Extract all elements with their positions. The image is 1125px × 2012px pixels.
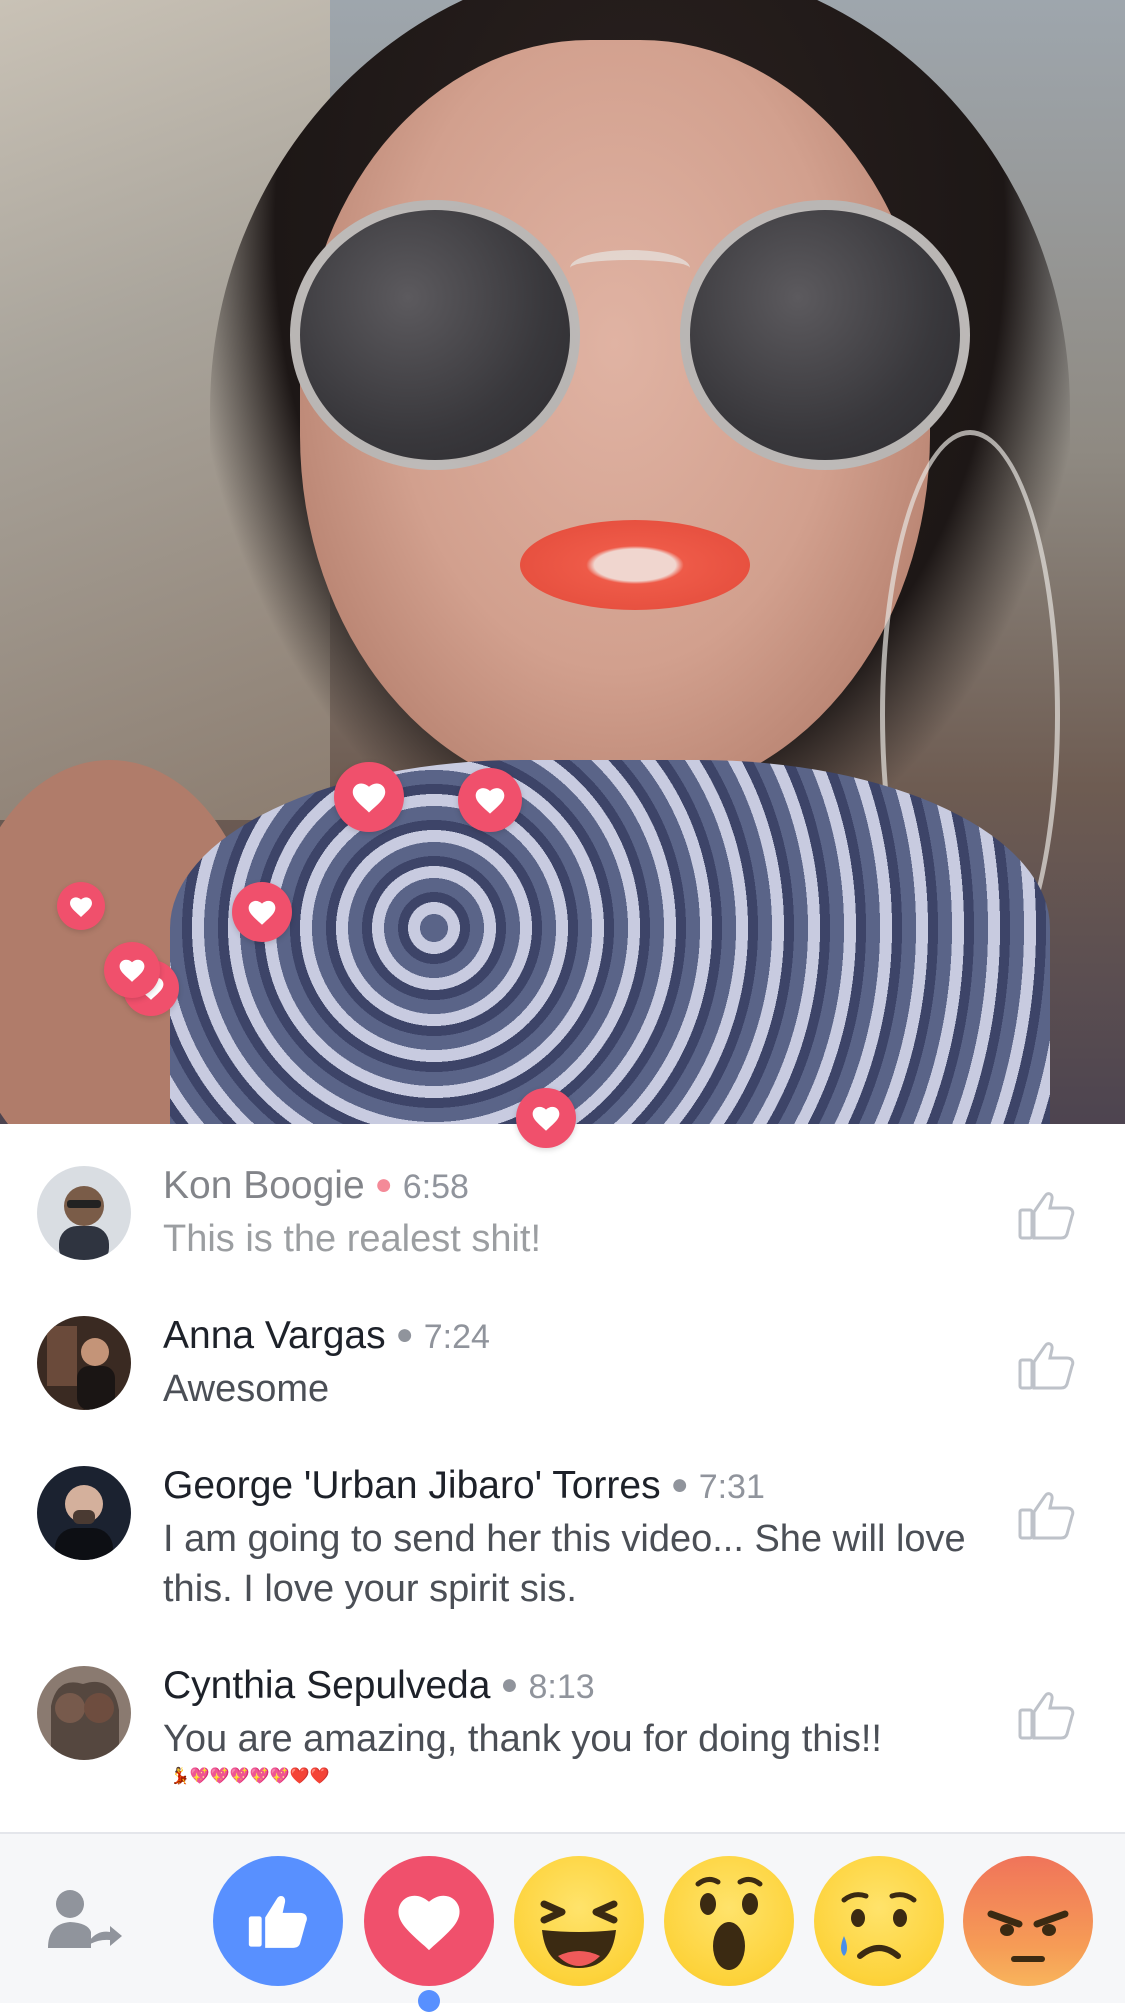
thumbs-up-icon bbox=[1018, 1192, 1075, 1240]
comment-header: Kon Boogie ● 6:58 bbox=[163, 1164, 469, 1214]
share-person-icon bbox=[48, 1890, 122, 1948]
reaction-bar bbox=[0, 1832, 1125, 2003]
separator-dot: ● bbox=[500, 1668, 519, 1701]
laughing-face-icon bbox=[540, 1900, 618, 1968]
comment-time: 8:13 bbox=[528, 1668, 595, 1706]
comment-text: I am going to send her this video... She… bbox=[163, 1518, 966, 1610]
avatar[interactable] bbox=[37, 1316, 131, 1410]
sunglasses-right-lens bbox=[680, 200, 970, 470]
comment-time: 6:58 bbox=[402, 1168, 469, 1206]
reaction-angry-button[interactable] bbox=[963, 1856, 1093, 1986]
separator-dot: ● bbox=[374, 1168, 393, 1201]
comment-text: Awesome bbox=[163, 1368, 330, 1410]
floating-heart-icon bbox=[104, 942, 160, 998]
comment-like-button[interactable] bbox=[1017, 1334, 1077, 1394]
sunglasses-left-lens bbox=[290, 200, 580, 470]
floating-heart-icon bbox=[57, 882, 105, 930]
thumbs-up-icon bbox=[248, 1896, 307, 1948]
comment-author[interactable]: Anna Vargas bbox=[163, 1314, 386, 1357]
reaction-love-button[interactable] bbox=[364, 1856, 494, 1986]
thumbs-up-icon bbox=[1018, 1342, 1075, 1390]
comments-list[interactable]: Kon Boogie ● 6:58 This is the realest shit… bbox=[0, 1124, 1125, 1832]
selected-reaction-indicator bbox=[418, 1990, 440, 2012]
comment-like-button[interactable] bbox=[1017, 1184, 1077, 1244]
comment-text: This is the realest shit! bbox=[163, 1218, 542, 1260]
avatar[interactable] bbox=[37, 1166, 131, 1260]
thumbs-up-icon bbox=[1018, 1692, 1075, 1740]
comment-author[interactable]: George 'Urban Jibaro' Torres bbox=[163, 1464, 661, 1507]
comment-author[interactable]: Cynthia Sepulveda bbox=[163, 1664, 490, 1707]
surprised-face-icon bbox=[695, 1876, 763, 1970]
sad-face-icon bbox=[841, 1892, 917, 1959]
comment-like-button[interactable] bbox=[1017, 1484, 1077, 1544]
comment-header: Cynthia Sepulveda ● 8:13 bbox=[163, 1664, 595, 1714]
share-button[interactable] bbox=[44, 1886, 124, 1956]
comment-emojis: 💃💖💖💖💖💖❤️❤️ bbox=[170, 1768, 330, 1785]
floating-heart-icon bbox=[232, 882, 292, 942]
floating-heart-icon bbox=[516, 1088, 576, 1148]
comment-time: 7:24 bbox=[423, 1318, 490, 1356]
reaction-sad-button[interactable] bbox=[814, 1856, 944, 1986]
heart-icon bbox=[398, 1895, 460, 1951]
comment-text: You are amazing, thank you for doing thi… bbox=[163, 1718, 882, 1760]
comment-header: Anna Vargas ● 7:24 bbox=[163, 1314, 490, 1364]
floating-heart-icon bbox=[458, 768, 522, 832]
video-dress bbox=[170, 760, 1050, 1124]
reaction-wow-button[interactable] bbox=[664, 1856, 794, 1986]
sunglasses-bridge bbox=[570, 250, 690, 286]
avatar[interactable] bbox=[37, 1666, 131, 1760]
angry-face-icon bbox=[987, 1910, 1069, 1962]
comment-author[interactable]: Kon Boogie bbox=[163, 1164, 365, 1207]
thumbs-up-icon bbox=[1018, 1492, 1075, 1540]
separator-dot: ● bbox=[670, 1468, 689, 1501]
live-video[interactable] bbox=[0, 0, 1125, 1124]
avatar[interactable] bbox=[37, 1466, 131, 1560]
comment-header: George 'Urban Jibaro' Torres ● 7:31 bbox=[163, 1464, 765, 1514]
separator-dot: ● bbox=[395, 1318, 414, 1351]
floating-heart-icon bbox=[334, 762, 404, 832]
comment-time: 7:31 bbox=[698, 1468, 765, 1506]
comment-like-button[interactable] bbox=[1017, 1684, 1077, 1744]
reaction-haha-button[interactable] bbox=[514, 1856, 644, 1986]
video-lips bbox=[520, 520, 750, 610]
reaction-like-button[interactable] bbox=[213, 1856, 343, 1986]
